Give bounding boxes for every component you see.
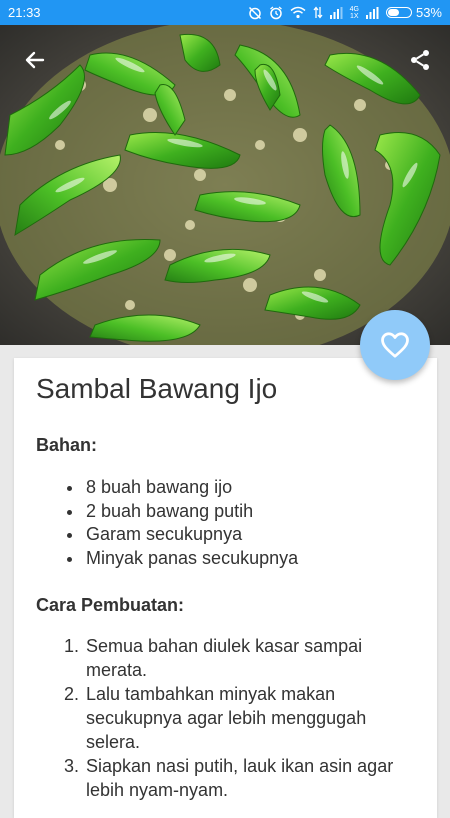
battery-fill: [387, 9, 400, 16]
status-time: 21:33: [8, 5, 41, 20]
status-bar: 21:33 4G 1X 53%: [0, 0, 450, 25]
share-button[interactable]: [400, 40, 440, 80]
steps-heading: Cara Pembuatan:: [36, 595, 185, 615]
list-item: 8 buah bawang ijo: [84, 476, 298, 500]
recipe-image: [0, 25, 450, 345]
battery-indicator: 53%: [385, 5, 442, 20]
favorite-button[interactable]: [360, 310, 430, 380]
list-item: Siapkan nasi putih, lauk ikan asin agar …: [84, 754, 424, 802]
chili-sambal-illustration: [0, 25, 450, 345]
list-item: Semua bahan diulek kasar sampai merata.: [84, 634, 424, 682]
arrow-back-icon: [25, 51, 45, 69]
steps-list: Semua bahan diulek kasar sampai merata. …: [36, 634, 424, 802]
heart-outline-icon: [381, 332, 409, 358]
battery-icon: [385, 7, 412, 18]
network-type: 4G 1X: [349, 5, 359, 20]
recipe-title: Sambal Bawang Ijo: [36, 373, 278, 404]
list-item: 2 buah bawang putih: [84, 500, 298, 524]
list-item: Lalu tambahkan minyak makan secukupnya a…: [84, 682, 424, 754]
status-icons: 4G 1X 53%: [248, 5, 442, 20]
list-item: Minyak panas secukupnya: [84, 547, 298, 571]
signal-icon-2: [365, 6, 379, 19]
alarm-off-icon: [248, 6, 262, 20]
wifi-icon: [290, 6, 306, 19]
battery-percent: 53%: [415, 5, 442, 20]
signal-icon: [329, 6, 343, 19]
data-arrows-icon: [313, 6, 323, 19]
share-icon: [411, 50, 429, 70]
alarm-icon: [269, 5, 283, 20]
recipe-card: Sambal Bawang Ijo Bahan: 8 buah bawang i…: [14, 358, 437, 818]
ingredients-heading: Bahan:: [36, 435, 98, 455]
ingredients-list: 8 buah bawang ijo 2 buah bawang putih Ga…: [36, 476, 298, 570]
list-item: Garam secukupnya: [84, 523, 298, 547]
back-button[interactable]: [15, 40, 55, 80]
